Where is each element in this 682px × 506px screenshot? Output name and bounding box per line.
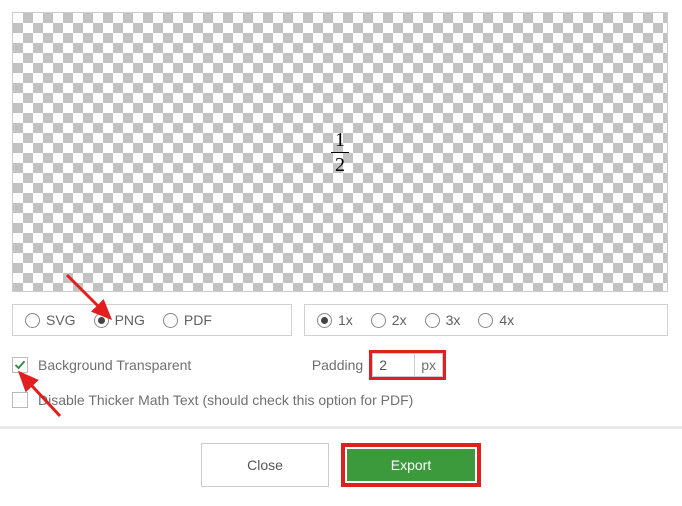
scale-option-3x[interactable]: 3x bbox=[425, 312, 461, 328]
format-group: SVG PNG PDF bbox=[12, 304, 292, 336]
dialog-footer: Close Export bbox=[0, 429, 682, 501]
padding-unit: px bbox=[414, 353, 443, 377]
scale-label: 3x bbox=[446, 312, 461, 328]
fraction-denominator: 2 bbox=[331, 154, 349, 176]
format-option-svg[interactable]: SVG bbox=[25, 312, 76, 328]
check-icon bbox=[14, 359, 26, 371]
fraction-numerator: 1 bbox=[331, 129, 349, 151]
export-highlight: Export bbox=[341, 443, 481, 487]
bg-transparent-label: Background Transparent bbox=[38, 357, 191, 373]
close-button[interactable]: Close bbox=[201, 443, 329, 487]
scale-group: 1x 2x 3x 4x bbox=[304, 304, 668, 336]
radio-icon bbox=[94, 313, 109, 328]
disable-thicker-checkbox[interactable] bbox=[12, 392, 28, 408]
padding-input[interactable] bbox=[372, 353, 414, 377]
radio-icon bbox=[478, 313, 493, 328]
radio-icon bbox=[425, 313, 440, 328]
scale-label: 2x bbox=[392, 312, 407, 328]
format-label: PDF bbox=[184, 312, 212, 328]
format-label: PNG bbox=[115, 312, 145, 328]
disable-thicker-label: Disable Thicker Math Text (should check … bbox=[38, 392, 413, 408]
scale-label: 4x bbox=[499, 312, 514, 328]
radio-icon bbox=[371, 313, 386, 328]
format-option-pdf[interactable]: PDF bbox=[163, 312, 212, 328]
format-label: SVG bbox=[46, 312, 76, 328]
scale-label: 1x bbox=[338, 312, 353, 328]
format-option-png[interactable]: PNG bbox=[94, 312, 145, 328]
scale-option-4x[interactable]: 4x bbox=[478, 312, 514, 328]
export-button[interactable]: Export bbox=[347, 449, 475, 481]
radio-icon bbox=[317, 313, 332, 328]
radio-icon bbox=[163, 313, 178, 328]
padding-label: Padding bbox=[312, 357, 363, 373]
radio-icon bbox=[25, 313, 40, 328]
preview-canvas: 1 2 bbox=[12, 12, 668, 292]
padding-highlight: px bbox=[369, 350, 446, 380]
bg-transparent-checkbox[interactable] bbox=[12, 357, 28, 373]
fraction-bar bbox=[331, 152, 349, 153]
scale-option-1x[interactable]: 1x bbox=[317, 312, 353, 328]
scale-option-2x[interactable]: 2x bbox=[371, 312, 407, 328]
math-fraction: 1 2 bbox=[331, 129, 349, 176]
